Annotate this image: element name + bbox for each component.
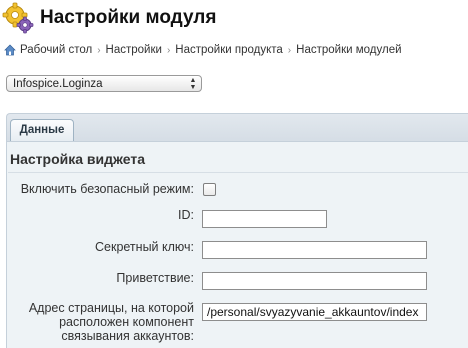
page-title: Настройки модуля bbox=[40, 7, 217, 28]
breadcrumb-item-desktop[interactable]: Рабочий стол bbox=[20, 44, 92, 56]
breadcrumb-separator: › bbox=[97, 44, 101, 56]
gear-icon bbox=[2, 2, 34, 34]
home-icon[interactable] bbox=[4, 44, 16, 56]
section-title: Настройка виджета bbox=[10, 151, 146, 167]
address-input[interactable] bbox=[202, 303, 427, 321]
breadcrumb-separator: › bbox=[166, 44, 171, 56]
breadcrumb-item-settings[interactable]: Настройки bbox=[106, 44, 162, 56]
greeting-label: Приветствие: bbox=[116, 271, 194, 285]
id-label: ID: bbox=[178, 208, 194, 222]
safe-mode-checkbox[interactable] bbox=[203, 183, 216, 196]
select-arrows-icon: ▲ ▼ bbox=[189, 77, 197, 91]
page-header: Настройки модуля bbox=[0, 0, 468, 38]
module-select[interactable]: Infospice.Loginza ▲ ▼ bbox=[6, 75, 202, 92]
secret-key-label: Секретный ключ: bbox=[95, 240, 194, 254]
breadcrumb-item-product-settings[interactable]: Настройки продукта bbox=[175, 44, 283, 56]
breadcrumb-separator: › bbox=[287, 44, 292, 56]
tab-data[interactable]: Данные bbox=[10, 119, 74, 141]
id-input[interactable] bbox=[202, 210, 327, 228]
address-label-line: связывания аккаунтов: bbox=[61, 329, 194, 343]
safe-mode-label: Включить безопасный режим: bbox=[20, 182, 194, 196]
breadcrumb-item-module-settings[interactable]: Настройки модулей bbox=[296, 44, 401, 56]
section-divider bbox=[8, 172, 468, 173]
address-label-line: расположен компонент bbox=[59, 315, 194, 329]
address-label-line: Адрес страницы, на которой bbox=[28, 301, 194, 315]
tab-bar bbox=[6, 113, 468, 142]
secret-key-input[interactable] bbox=[202, 241, 427, 259]
greeting-input[interactable] bbox=[202, 272, 427, 290]
breadcrumb: Рабочий стол › Настройки › Настройки про… bbox=[4, 42, 402, 58]
address-label: Адрес страницы, на которой расположен ко… bbox=[10, 301, 194, 343]
module-select-value: Infospice.Loginza bbox=[13, 78, 103, 90]
